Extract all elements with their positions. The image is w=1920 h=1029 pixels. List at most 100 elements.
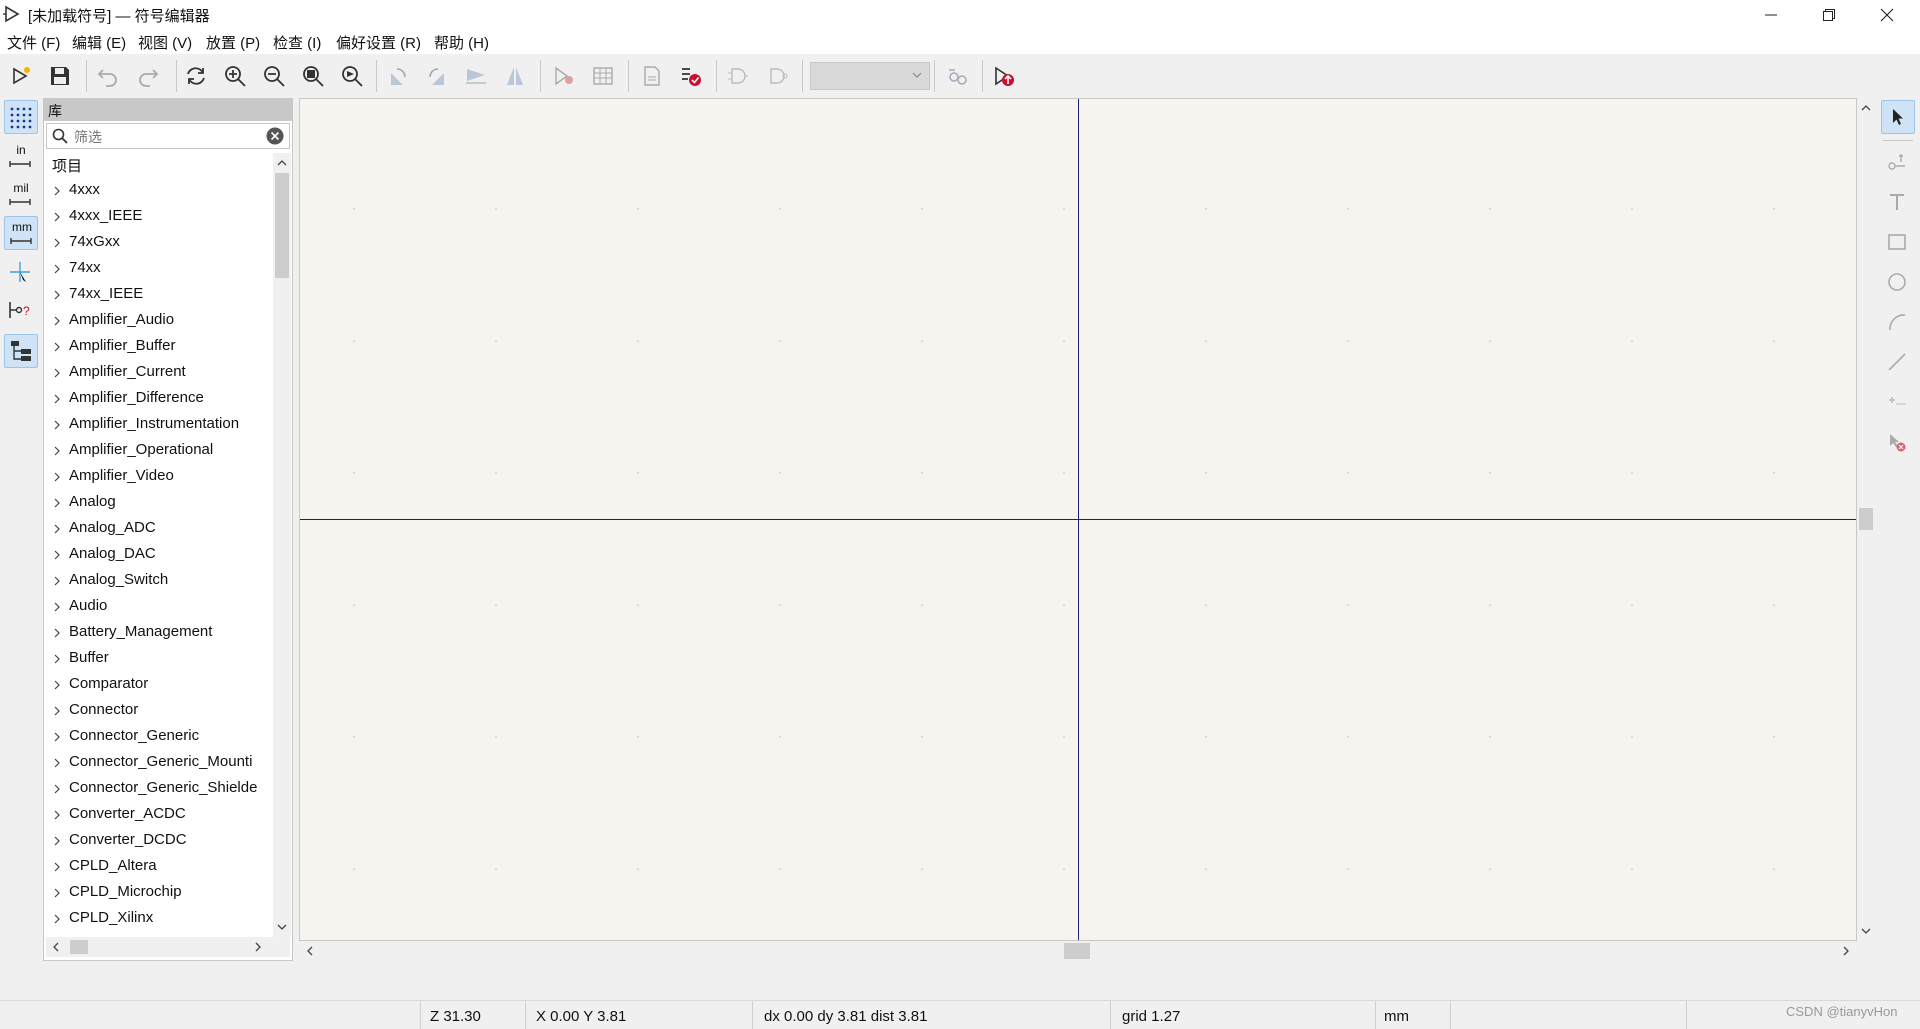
rotate-ccw-button[interactable] (382, 60, 414, 92)
chevron-right-icon[interactable] (52, 524, 62, 534)
library-tree-item[interactable]: Converter_DCDC (46, 828, 273, 854)
library-tree-item[interactable]: 74xGxx (46, 230, 273, 256)
close-button[interactable] (1858, 0, 1916, 30)
scrollbar-thumb[interactable] (1859, 508, 1873, 530)
library-tree-item[interactable]: Amplifier_Audio (46, 308, 273, 334)
clear-filter-icon[interactable] (266, 127, 284, 145)
menu-help[interactable]: 帮助 (H) (434, 32, 489, 53)
symbol-properties-button[interactable] (548, 60, 580, 92)
library-vertical-scrollbar[interactable] (273, 153, 291, 937)
scroll-up-icon[interactable] (1857, 101, 1875, 115)
save-button[interactable] (44, 60, 76, 92)
library-tree-item[interactable]: 74xx_IEEE (46, 282, 273, 308)
scroll-right-icon[interactable] (251, 938, 265, 956)
mirror-horizontal-button[interactable] (460, 60, 492, 92)
set-anchor-button[interactable] (1881, 386, 1915, 420)
library-tree-item[interactable]: Audio (46, 594, 273, 620)
canvas-horizontal-scrollbar[interactable] (299, 941, 1857, 961)
chevron-right-icon[interactable] (52, 888, 62, 898)
chevron-right-icon[interactable] (52, 758, 62, 768)
chevron-right-icon[interactable] (52, 628, 62, 638)
menu-preferences[interactable]: 偏好设置 (R) (336, 32, 421, 53)
canvas-vertical-scrollbar[interactable] (1857, 98, 1875, 941)
chevron-right-icon[interactable] (52, 368, 62, 378)
scrollbar-thumb[interactable] (1064, 943, 1090, 959)
library-tree-item[interactable]: CPLD_Altera (46, 854, 273, 880)
scroll-left-icon[interactable] (49, 938, 63, 956)
chevron-right-icon[interactable] (52, 602, 62, 612)
chevron-right-icon[interactable] (52, 316, 62, 326)
library-tree-item[interactable]: Buffer (46, 646, 273, 672)
add-arc-button[interactable] (1881, 306, 1915, 340)
library-tree-item[interactable]: Battery_Management (46, 620, 273, 646)
check-symbol-button[interactable] (675, 60, 707, 92)
library-tree-item[interactable]: Analog_ADC (46, 516, 273, 542)
library-tree-item[interactable]: Amplifier_Instrumentation (46, 412, 273, 438)
menu-file[interactable]: 文件 (F) (7, 32, 60, 53)
library-tree-item[interactable]: Amplifier_Operational (46, 438, 273, 464)
library-tree-item[interactable]: Connector_Generic_Mounti (46, 750, 273, 776)
chevron-right-icon[interactable] (52, 472, 62, 482)
chevron-right-icon[interactable] (52, 576, 62, 586)
minimize-button[interactable] (1742, 0, 1800, 30)
chevron-right-icon[interactable] (52, 290, 62, 300)
pin-table-button[interactable] (587, 60, 619, 92)
new-symbol-button[interactable] (5, 60, 37, 92)
library-tree-item[interactable]: Connector_Generic (46, 724, 273, 750)
chevron-right-icon[interactable] (52, 784, 62, 794)
unit-selector-dropdown[interactable] (810, 62, 930, 90)
zoom-fit-button[interactable] (297, 60, 329, 92)
library-tree-item[interactable]: Analog_Switch (46, 568, 273, 594)
scroll-left-icon[interactable] (303, 942, 317, 960)
datasheet-button[interactable] (636, 60, 668, 92)
library-filter-input[interactable] (74, 127, 254, 147)
library-tree-item[interactable]: CPLD_Microchip (46, 880, 273, 906)
library-tree-item[interactable]: CPLD_Xilinx (46, 906, 273, 932)
units-mils-button[interactable]: mil (4, 178, 38, 212)
chevron-right-icon[interactable] (52, 810, 62, 820)
show-electrical-type-button[interactable]: ? (4, 294, 38, 328)
zoom-out-button[interactable] (258, 60, 290, 92)
library-horizontal-scrollbar[interactable] (46, 937, 290, 957)
chevron-right-icon[interactable] (52, 550, 62, 560)
library-tree-item[interactable]: Amplifier_Buffer (46, 334, 273, 360)
add-circle-button[interactable] (1881, 266, 1915, 300)
add-to-schematic-button[interactable] (988, 60, 1020, 92)
scrollbar-thumb[interactable] (275, 173, 289, 278)
restore-button[interactable] (1800, 0, 1858, 30)
menu-inspect[interactable]: 检查 (I) (273, 32, 321, 53)
library-tree-item[interactable]: Amplifier_Current (46, 360, 273, 386)
library-tree-item[interactable]: Amplifier_Difference (46, 386, 273, 412)
chevron-right-icon[interactable] (52, 862, 62, 872)
add-text-button[interactable] (1881, 186, 1915, 220)
scroll-down-icon[interactable] (273, 920, 291, 934)
menu-edit[interactable]: 编辑 (E) (72, 32, 126, 53)
refresh-button[interactable] (180, 60, 212, 92)
library-tree-item[interactable]: 74xx (46, 256, 273, 282)
redo-button[interactable] (132, 60, 164, 92)
chevron-right-icon[interactable] (52, 264, 62, 274)
zoom-object-button[interactable] (336, 60, 368, 92)
library-tree-item[interactable]: Analog (46, 490, 273, 516)
library-tree-item[interactable]: 4xxx (46, 178, 273, 204)
add-pin-button[interactable] (1881, 146, 1915, 180)
library-tree-item[interactable]: Connector_Generic_Shielde (46, 776, 273, 802)
show-library-tree-button[interactable] (4, 334, 38, 368)
chevron-right-icon[interactable] (52, 732, 62, 742)
add-rectangle-button[interactable] (1881, 226, 1915, 260)
menu-place[interactable]: 放置 (P) (206, 32, 260, 53)
chevron-right-icon[interactable] (52, 498, 62, 508)
chevron-right-icon[interactable] (52, 836, 62, 846)
units-mm-button[interactable]: mm (4, 216, 38, 250)
chevron-right-icon[interactable] (52, 186, 62, 196)
chevron-right-icon[interactable] (52, 238, 62, 248)
library-filter-field[interactable] (46, 123, 290, 149)
library-tree-item[interactable]: 4xxx_IEEE (46, 204, 273, 230)
scroll-right-icon[interactable] (1839, 942, 1853, 960)
add-line-button[interactable] (1881, 346, 1915, 380)
delete-tool-button[interactable] (1881, 426, 1915, 460)
drawing-canvas[interactable] (299, 98, 1857, 941)
de-morgan-standard-button[interactable] (722, 60, 754, 92)
library-tree-item[interactable]: Analog_DAC (46, 542, 273, 568)
chevron-right-icon[interactable] (52, 394, 62, 404)
